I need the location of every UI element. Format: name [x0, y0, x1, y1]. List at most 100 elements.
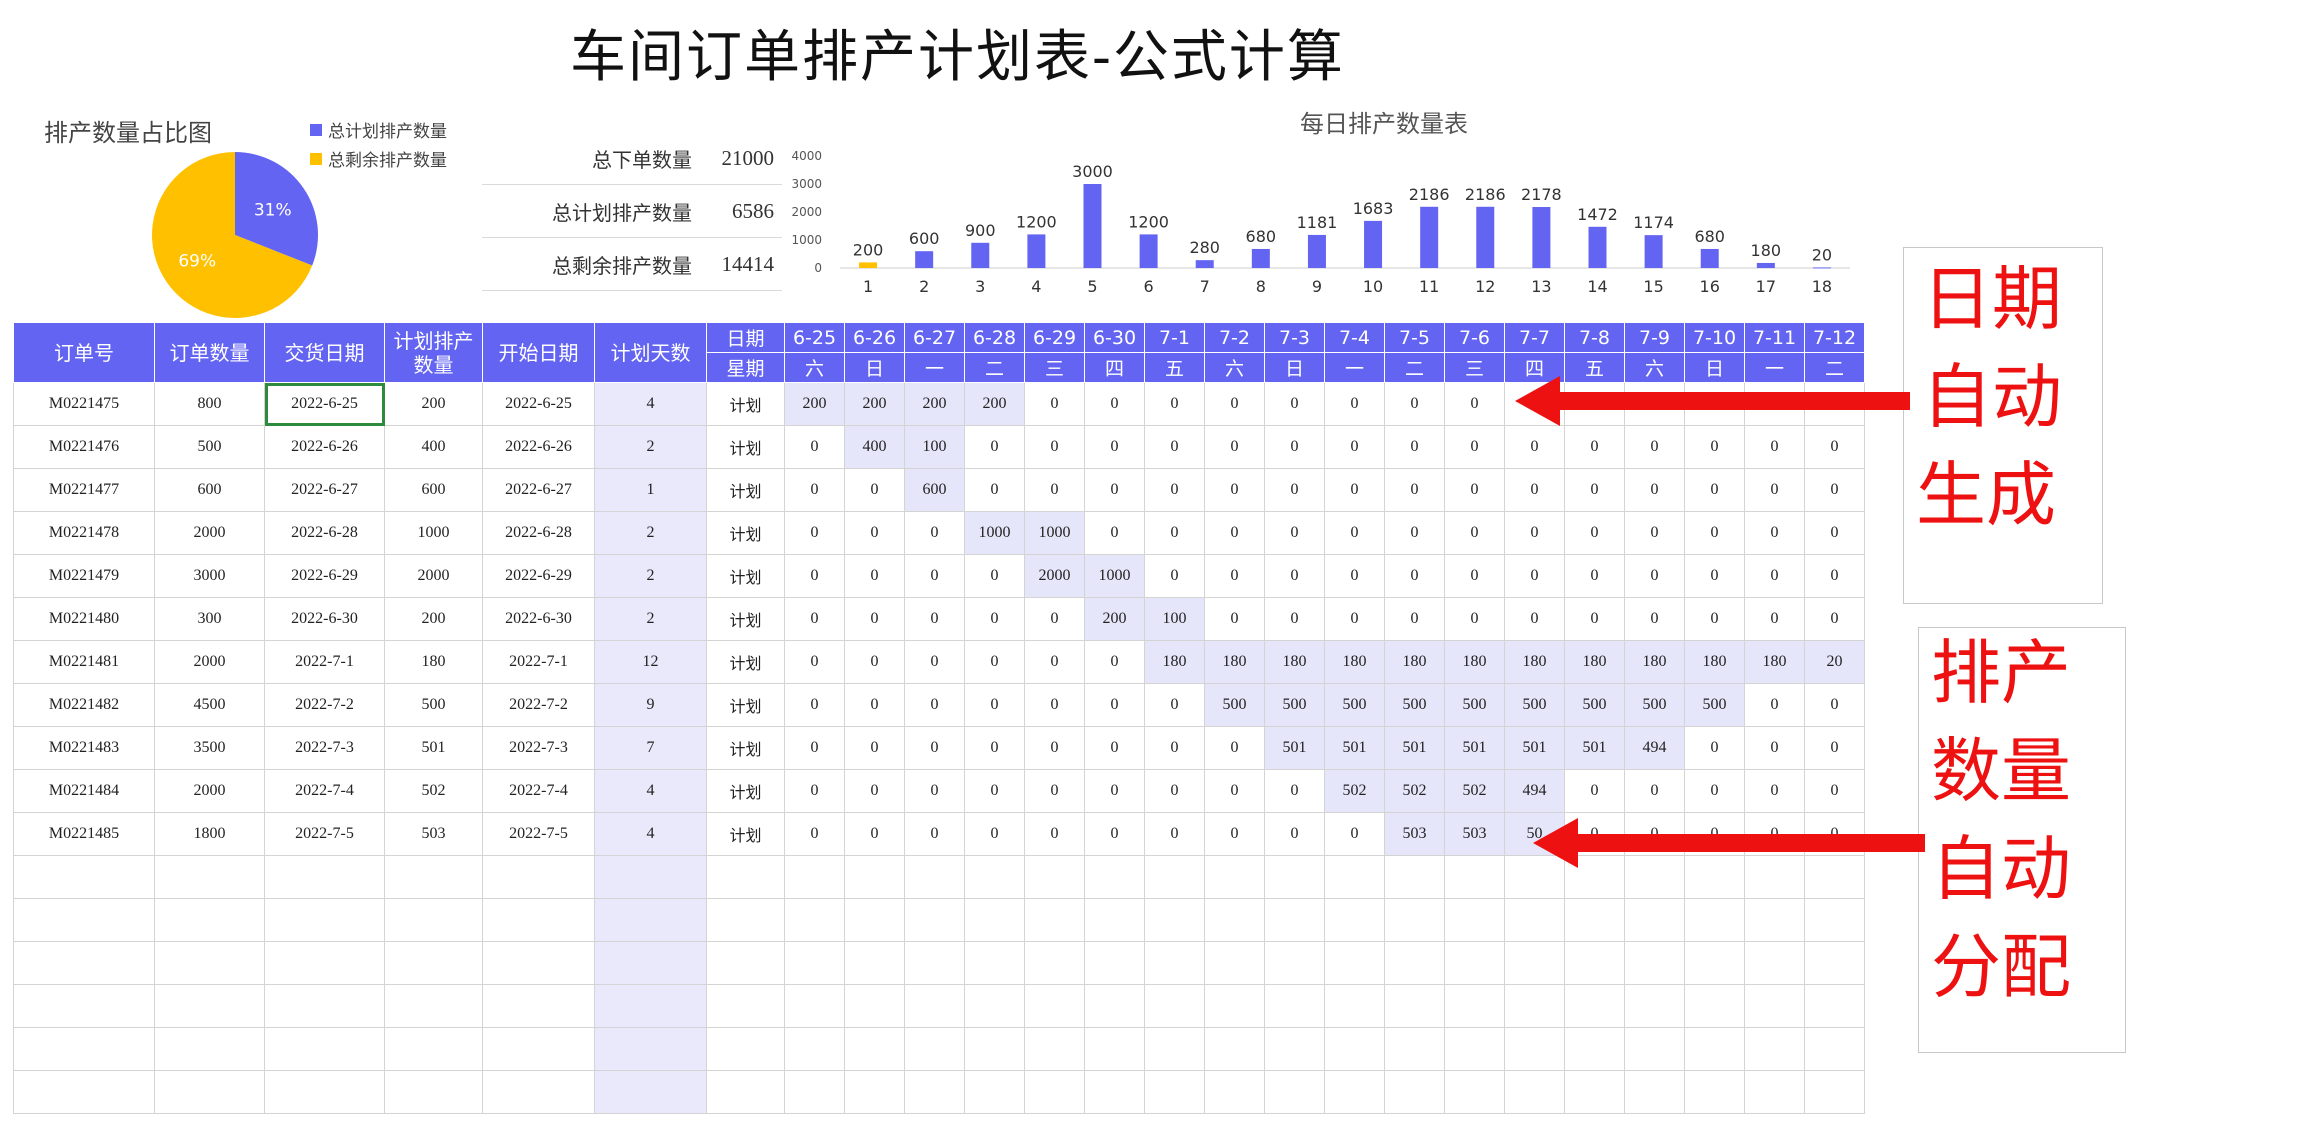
empty-cell[interactable]	[1024, 984, 1085, 1028]
empty-cell[interactable]	[1444, 1027, 1505, 1071]
cell-start-date[interactable]: 2022-7-2	[482, 683, 595, 727]
cell-daily-qty[interactable]: 0	[784, 769, 845, 813]
cell-daily-qty[interactable]: 0	[844, 812, 905, 856]
cell-daily-qty[interactable]: 200	[844, 382, 905, 426]
empty-cell[interactable]	[1084, 1027, 1145, 1071]
cell-daily-qty[interactable]: 0	[1024, 769, 1085, 813]
empty-cell[interactable]	[706, 855, 785, 899]
cell-daily-qty[interactable]: 0	[1204, 812, 1265, 856]
empty-cell[interactable]	[384, 898, 483, 942]
header-date[interactable]: 7-9	[1624, 322, 1685, 353]
empty-cell[interactable]	[784, 984, 845, 1028]
empty-cell[interactable]	[264, 941, 385, 985]
empty-cell[interactable]	[384, 984, 483, 1028]
empty-cell[interactable]	[384, 1027, 483, 1071]
empty-cell[interactable]	[1744, 898, 1805, 942]
cell-order-qty[interactable]: 4500	[154, 683, 265, 727]
cell-daily-qty[interactable]: 0	[844, 511, 905, 555]
cell-plan-label[interactable]: 计划	[706, 640, 785, 684]
empty-cell[interactable]	[1564, 941, 1625, 985]
cell-daily-qty[interactable]: 0	[1144, 382, 1205, 426]
empty-cell[interactable]	[904, 984, 965, 1028]
empty-cell[interactable]	[264, 984, 385, 1028]
cell-plan-days[interactable]: 7	[594, 726, 707, 770]
cell-order-qty[interactable]: 3500	[154, 726, 265, 770]
empty-cell[interactable]	[1684, 941, 1745, 985]
cell-order-no[interactable]: M0221475	[13, 382, 155, 426]
cell-plan-days[interactable]: 1	[594, 468, 707, 512]
cell-daily-qty[interactable]: 400	[844, 425, 905, 469]
cell-daily-qty[interactable]: 500	[1624, 683, 1685, 727]
cell-daily-qty[interactable]: 0	[1744, 511, 1805, 555]
cell-order-no[interactable]: M0221476	[13, 425, 155, 469]
cell-daily-qty[interactable]: 0	[844, 769, 905, 813]
cell-due-date[interactable]: 2022-6-26	[264, 425, 385, 469]
header-date[interactable]: 7-12	[1804, 322, 1865, 353]
empty-cell[interactable]	[1444, 1070, 1505, 1114]
cell-plan-days[interactable]: 4	[594, 769, 707, 813]
empty-cell[interactable]	[1024, 898, 1085, 942]
empty-cell[interactable]	[1744, 1027, 1805, 1071]
cell-daily-qty[interactable]: 0	[1144, 769, 1205, 813]
cell-daily-qty[interactable]: 0	[1804, 468, 1865, 512]
cell-daily-qty[interactable]: 180	[1744, 640, 1805, 684]
cell-daily-qty[interactable]: 0	[1204, 468, 1265, 512]
header-weekday-label[interactable]: 星期	[706, 352, 785, 383]
cell-plan-days[interactable]: 4	[594, 812, 707, 856]
empty-cell[interactable]	[1024, 1070, 1085, 1114]
cell-daily-qty[interactable]: 500	[1444, 683, 1505, 727]
cell-order-no[interactable]: M0221480	[13, 597, 155, 641]
cell-order-qty[interactable]: 2000	[154, 511, 265, 555]
cell-plan-qty[interactable]: 180	[384, 640, 483, 684]
cell-daily-qty[interactable]: 0	[964, 726, 1025, 770]
empty-cell[interactable]	[964, 855, 1025, 899]
cell-daily-qty[interactable]: 0	[1624, 769, 1685, 813]
empty-cell[interactable]	[594, 941, 707, 985]
empty-cell[interactable]	[1264, 855, 1325, 899]
cell-due-date[interactable]: 2022-7-3	[264, 726, 385, 770]
empty-cell[interactable]	[1324, 1027, 1385, 1071]
empty-cell[interactable]	[706, 984, 785, 1028]
cell-daily-qty[interactable]: 0	[1504, 511, 1565, 555]
cell-daily-qty[interactable]: 20	[1804, 640, 1865, 684]
cell-daily-qty[interactable]: 0	[904, 812, 965, 856]
empty-cell[interactable]	[482, 1070, 595, 1114]
cell-order-qty[interactable]: 2000	[154, 640, 265, 684]
empty-cell[interactable]	[1084, 941, 1145, 985]
cell-daily-qty[interactable]: 0	[1264, 468, 1325, 512]
cell-daily-qty[interactable]: 0	[1264, 769, 1325, 813]
empty-cell[interactable]	[1144, 1070, 1205, 1114]
cell-daily-qty[interactable]: 500	[1204, 683, 1265, 727]
cell-daily-qty[interactable]: 502	[1444, 769, 1505, 813]
empty-cell[interactable]	[1804, 1070, 1865, 1114]
header-date[interactable]: 7-11	[1744, 322, 1805, 353]
cell-daily-qty[interactable]: 0	[1204, 554, 1265, 598]
cell-daily-qty[interactable]: 0	[1324, 511, 1385, 555]
cell-daily-qty[interactable]: 0	[1744, 554, 1805, 598]
cell-daily-qty[interactable]: 501	[1264, 726, 1325, 770]
empty-cell[interactable]	[1324, 941, 1385, 985]
cell-daily-qty[interactable]: 501	[1384, 726, 1445, 770]
cell-daily-qty[interactable]: 0	[1324, 812, 1385, 856]
header-date[interactable]: 6-28	[964, 322, 1025, 353]
cell-start-date[interactable]: 2022-7-1	[482, 640, 595, 684]
cell-daily-qty[interactable]: 0	[964, 769, 1025, 813]
empty-cell[interactable]	[1564, 898, 1625, 942]
empty-cell[interactable]	[1624, 941, 1685, 985]
cell-daily-qty[interactable]: 0	[844, 640, 905, 684]
cell-daily-qty[interactable]: 0	[1084, 425, 1145, 469]
empty-cell[interactable]	[1384, 855, 1445, 899]
cell-daily-qty[interactable]: 0	[1564, 468, 1625, 512]
empty-cell[interactable]	[13, 898, 155, 942]
empty-cell[interactable]	[13, 941, 155, 985]
cell-daily-qty[interactable]: 100	[1144, 597, 1205, 641]
cell-daily-qty[interactable]: 0	[784, 425, 845, 469]
cell-daily-qty[interactable]: 0	[1204, 425, 1265, 469]
cell-plan-days[interactable]: 2	[594, 554, 707, 598]
empty-cell[interactable]	[13, 855, 155, 899]
cell-daily-qty[interactable]: 0	[1624, 425, 1685, 469]
cell-order-no[interactable]: M0221485	[13, 812, 155, 856]
empty-cell[interactable]	[1324, 1070, 1385, 1114]
header-weekday[interactable]: 二	[1384, 352, 1445, 383]
empty-cell[interactable]	[264, 1027, 385, 1071]
